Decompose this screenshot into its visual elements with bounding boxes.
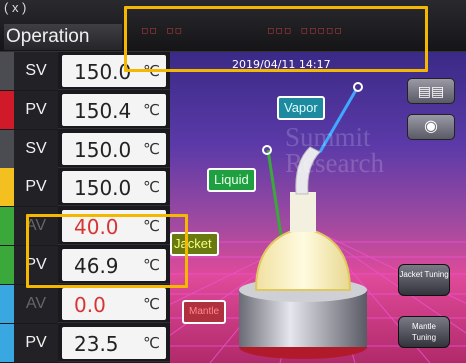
camera-button[interactable]: ◉	[407, 114, 455, 140]
watermark-line-1: Summit	[285, 122, 371, 152]
value-row: PV 150.4 ℃	[0, 90, 170, 129]
jacket-tuning-button[interactable]: Jacket Tuning	[398, 264, 450, 296]
row-unit: ℃	[143, 179, 160, 197]
value-field[interactable]: 0.0 ℃	[62, 287, 166, 320]
header-highlight-box	[124, 6, 428, 72]
row-color-bar	[0, 52, 14, 90]
value-field[interactable]: 150.0 ℃	[62, 132, 166, 165]
row-color-bar	[0, 90, 14, 129]
row-label: SV	[14, 52, 58, 90]
watermark-logo: Summit Research	[285, 122, 384, 178]
camera-icon: ◉	[424, 118, 438, 135]
values-highlight-box	[26, 214, 188, 288]
row-color-bar	[0, 246, 14, 284]
row-value: 150.0	[74, 176, 132, 201]
value-field[interactable]: 150.4 ℃	[62, 93, 166, 126]
row-color-bar	[0, 168, 14, 207]
value-row: PV 150.0 ℃	[0, 168, 170, 207]
chart-button[interactable]: ▤▤	[407, 78, 455, 104]
row-label: AV	[14, 284, 58, 323]
mantle-label[interactable]: Mantle	[182, 300, 227, 324]
row-value: 150.0	[74, 60, 132, 84]
watermark-line-2: Research	[285, 148, 384, 178]
row-value: 150.0	[74, 137, 132, 162]
row-value: 150.4	[74, 98, 132, 123]
row-value: 23.5	[74, 331, 119, 356]
row-unit: ℃	[143, 140, 160, 158]
row-label: PV	[14, 90, 58, 129]
vapor-label[interactable]: Vapor	[277, 96, 325, 120]
value-row: SV 150.0 ℃	[0, 129, 170, 168]
row-label: PV	[14, 323, 58, 362]
value-table: SV 150.0 ℃ PV 150.4 ℃ SV 150.0 ℃ PV 150.0 ℃ AV 40.0 ℃ P…	[0, 52, 170, 363]
value-row: PV 23.5 ℃	[0, 323, 170, 362]
row-value: 0.0	[74, 292, 106, 317]
value-field[interactable]: 150.0 ℃	[62, 171, 166, 204]
mantle-tuning-button[interactable]: Mantle Tuning	[398, 316, 450, 348]
row-label: PV	[14, 168, 58, 207]
value-row: AV 0.0 ℃	[0, 284, 170, 323]
row-unit: ℃	[143, 101, 160, 119]
row-color-bar	[0, 207, 14, 246]
row-color-bar	[0, 129, 14, 168]
reactor-scene: 2019/04/11 14:17 Summit Research Vapor L…	[170, 52, 466, 363]
operation-title: Operation	[4, 24, 122, 50]
row-unit: ℃	[143, 334, 160, 352]
value-field[interactable]: 23.5 ℃	[62, 326, 166, 359]
top-partial-text: ( x )	[4, 0, 27, 15]
bar-chart-icon: ▤▤	[417, 83, 445, 99]
row-color-bar	[0, 284, 14, 323]
row-color-bar	[0, 323, 14, 362]
row-unit: ℃	[143, 295, 160, 313]
liquid-label[interactable]: Liquid	[207, 168, 256, 192]
row-label: SV	[14, 129, 58, 168]
